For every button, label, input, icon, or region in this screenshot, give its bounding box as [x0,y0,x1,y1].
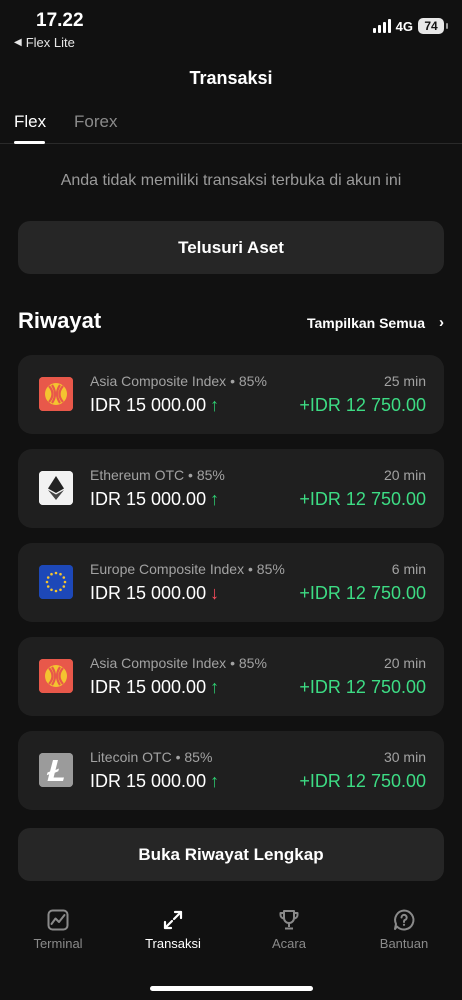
trade-duration: 20 min [383,467,426,483]
trade-profit: +IDR 12 750.00 [299,583,426,603]
trophy-icon [279,910,299,930]
litecoin-icon [39,753,73,787]
asset-name: Asia Composite Index • 85% [90,655,267,671]
trade-amount: IDR 15 000.00 ↑ [90,489,220,509]
home-indicator [150,986,313,991]
network-type: 4G [395,18,413,34]
nav-transaksi[interactable]: Transaksi [128,908,218,951]
status-bar: 17.22 ◀ Flex Lite 4G 74 [0,0,462,56]
status-time: 17.22 [36,10,84,31]
back-to-app-link[interactable]: ◀ Flex Lite [14,35,75,50]
nav-terminal[interactable]: Terminal [13,908,103,951]
asia-flag-icon [39,377,73,411]
trade-profit: +IDR 12 750.00 [299,395,426,415]
nav-label: Terminal [33,936,83,951]
history-title: Riwayat [18,308,102,333]
bottom-nav: Terminal Transaksi Acara Bantuan [0,900,462,970]
arrow-up-icon: ↑ [210,395,220,415]
trade-profit: +IDR 12 750.00 [299,771,426,791]
trade-profit: +IDR 12 750.00 [299,677,426,697]
trade-amount: IDR 15 000.00 ↓ [90,583,220,603]
status-indicators: 4G 74 [372,18,448,34]
chevron-right-icon: › [439,314,444,331]
trade-history-item[interactable]: Asia Composite Index • 85% IDR 15 000.00… [18,637,444,716]
trade-duration: 6 min [391,561,426,577]
nav-label: Acara [272,936,306,951]
battery-icon: 74 [418,18,448,34]
show-all-link[interactable]: Tampilkan Semua › [307,314,444,331]
eu-flag-icon [39,565,73,599]
trade-history-item[interactable]: Europe Composite Index • 85% IDR 15 000.… [18,543,444,622]
arrow-up-icon: ↑ [210,677,220,697]
back-triangle-icon: ◀ [14,37,22,48]
nav-label: Bantuan [379,936,429,951]
trade-amount: IDR 15 000.00 ↑ [90,771,220,791]
help-icon [394,909,415,931]
asset-name: Ethereum OTC • 85% [90,467,225,483]
nav-label: Transaksi [145,936,201,951]
arrow-down-icon: ↓ [210,583,220,603]
trade-duration: 20 min [383,655,426,671]
open-full-history-button[interactable]: Buka Riwayat Lengkap [18,828,444,881]
tab-forex[interactable]: Forex [74,112,117,132]
trade-history-item[interactable]: Asia Composite Index • 85% IDR 15 000.00… [18,355,444,434]
chart-icon [47,909,69,931]
show-all-label: Tampilkan Semua [306,314,425,331]
trade-history-item[interactable]: Ethereum OTC • 85% IDR 15 000.00 ↑ 20 mi… [18,449,444,528]
trade-duration: 25 min [383,373,426,389]
signal-icon [372,19,391,33]
asset-name: Litecoin OTC • 85% [90,749,213,765]
back-app-label: Flex Lite [25,35,75,50]
nav-bantuan[interactable]: Bantuan [359,908,449,951]
ethereum-icon [39,471,73,505]
asia-flag-icon [39,659,73,693]
tab-bar: Flex Forex [0,108,462,144]
asset-name: Europe Composite Index • 85% [90,561,285,577]
arrow-up-icon: ↑ [210,489,220,509]
page-title: Transaksi [189,68,273,88]
empty-state-message: Anda tidak memiliki transaksi terbuka di… [60,172,402,189]
trade-amount: IDR 15 000.00 ↑ [90,677,220,697]
transfer-arrows-icon [163,910,183,930]
arrow-up-icon: ↑ [210,771,220,791]
trade-history-item[interactable]: Litecoin OTC • 85% IDR 15 000.00 ↑ 30 mi… [18,731,444,810]
history-header: Riwayat Tampilkan Semua › [18,308,444,338]
trade-amount: IDR 15 000.00 ↑ [90,395,220,415]
nav-acara[interactable]: Acara [244,908,334,951]
active-tab-indicator [14,141,45,144]
tab-flex[interactable]: Flex [14,112,46,132]
asset-name: Asia Composite Index • 85% [90,373,267,389]
browse-assets-button[interactable]: Telusuri Aset [18,221,444,274]
trade-profit: +IDR 12 750.00 [299,489,426,509]
trade-duration: 30 min [383,749,426,765]
